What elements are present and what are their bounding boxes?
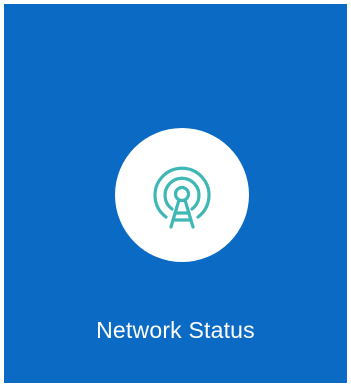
broadcast-tower-icon <box>153 166 211 229</box>
network-status-tile[interactable]: Network Status <box>0 0 351 390</box>
icon-badge <box>115 128 249 262</box>
network-status-tile-body[interactable]: Network Status <box>4 4 347 383</box>
tile-label: Network Status <box>96 317 255 343</box>
